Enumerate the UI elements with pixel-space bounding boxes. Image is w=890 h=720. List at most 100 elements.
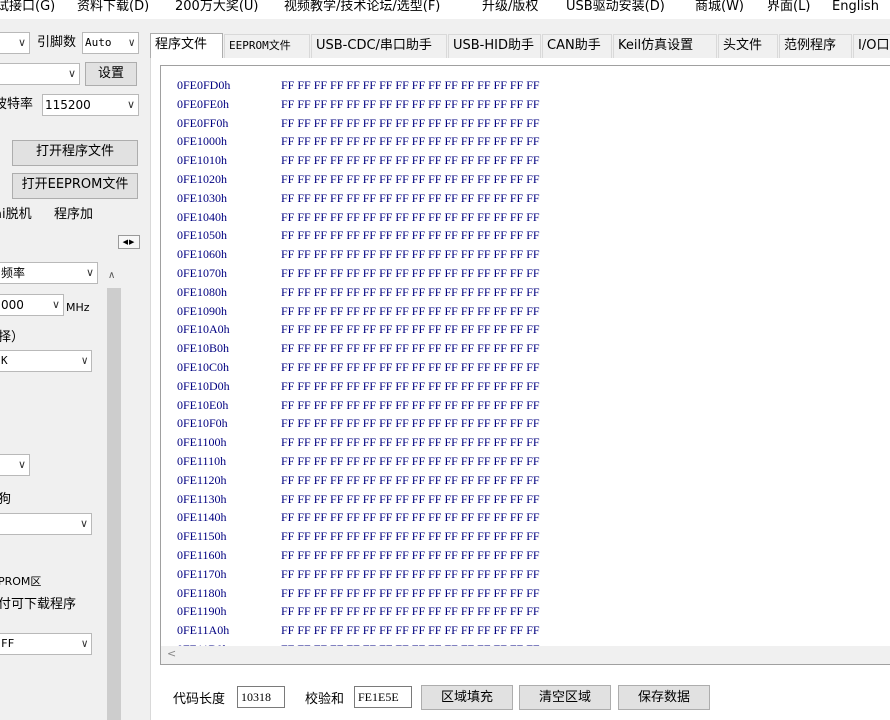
hex-bytes: FF FF FF FF FF FF FF FF FF FF FF FF FF F… <box>281 190 540 205</box>
options-scrollbar[interactable]: ∧ <box>105 268 123 720</box>
hex-row: 0FE11A0h FF FF FF FF FF FF FF FF FF FF FF… <box>177 621 540 640</box>
tab-program-file[interactable]: 程序文件 <box>150 33 223 59</box>
menu-item-download[interactable]: 资料下载(D) <box>77 0 149 17</box>
tab-scroll-buttons[interactable]: ◀▶ <box>118 235 140 249</box>
freq-label: 频率 <box>1 266 26 280</box>
left-panel: ∨ 引脚数 Auto ∨ ∨ 设置 波特率 115200 ∨ 打开程序文件 打开… <box>0 28 143 720</box>
tab-io[interactable]: I/O口 <box>853 34 890 58</box>
hex-address: 0FE1110h <box>177 453 227 468</box>
hex-row: 0FE10F0h FF FF FF FF FF FF FF FF FF FF FF… <box>177 414 540 433</box>
hex-row: 0FE10D0h FF FF FF FF FF FF FF FF FF FF FF… <box>177 377 540 396</box>
tab-keil[interactable]: Keil仿真设置 <box>613 34 717 58</box>
ff-select[interactable]: FF ∨ <box>0 633 92 655</box>
tab-examples[interactable]: 范例程序 <box>779 34 852 58</box>
hex-bytes: FF FF FF FF FF FF FF FF FF FF FF FF FF F… <box>281 115 540 130</box>
hex-address: 0FE1020h <box>177 171 228 186</box>
hex-address: 0FE0FE0h <box>177 96 230 111</box>
hex-hscrollbar[interactable]: < <box>161 646 890 664</box>
hex-address: 0FE10A0h <box>177 322 230 337</box>
hex-bytes: FF FF FF FF FF FF FF FF FF FF FF FF FF F… <box>281 547 540 562</box>
watchdog-label: 狗 <box>0 492 12 507</box>
hex-bytes: FF FF FF FF FF FF FF FF FF FF FF FF FF F… <box>281 623 540 638</box>
hex-bytes: FF FF FF FF FF FF FF FF FF FF FF FF FF F… <box>281 322 540 337</box>
watchdog-select[interactable]: ∨ <box>0 513 92 535</box>
hex-address: 0FE1080h <box>177 284 228 299</box>
small-select[interactable]: ∨ <box>0 454 30 476</box>
bottom-bar: 代码长度 10318 校验和 FE1E5E 区域填充 清空区域 保存数据 <box>151 673 890 717</box>
hex-row: 0FE10A0h FF FF FF FF FF FF FF FF FF FF FF… <box>177 320 540 339</box>
tab-can[interactable]: CAN助手 <box>542 34 612 58</box>
menu-item-shop[interactable]: 商城(W) <box>695 0 744 17</box>
hex-bytes: FF FF FF FF FF FF FF FF FF FF FF FF FF F… <box>281 303 540 318</box>
freq-value-select[interactable]: 000 ∨ <box>0 294 64 316</box>
hex-row: 0FE0FD0h FF FF FF FF FF FF FF FF FF FF FF… <box>177 76 540 95</box>
subtab-offline[interactable]: ai脱机 <box>0 206 32 224</box>
hex-row: 0FE0FF0h FF FF FF FF FF FF FF FF FF FF FF… <box>177 114 540 133</box>
hex-address: 0FE1070h <box>177 265 228 280</box>
hex-address: 0FE0FF0h <box>177 115 229 130</box>
hex-bytes: FF FF FF FF FF FF FF FF FF FF FF FF FF F… <box>281 228 540 243</box>
hex-bytes: FF FF FF FF FF FF FF FF FF FF FF FF FF F… <box>281 416 540 431</box>
hex-row: 0FE1090h FF FF FF FF FF FF FF FF FF FF FF… <box>177 302 540 321</box>
clock-value: K <box>1 354 8 367</box>
chevron-down-icon: ∨ <box>67 67 76 80</box>
hex-row: 0FE1040h FF FF FF FF FF FF FF FF FF FF FF… <box>177 208 540 227</box>
hex-row: 0FE1110h FF FF FF FF FF FF FF FF FF FF FF… <box>177 452 540 471</box>
hex-address: 0FE1170h <box>177 566 227 581</box>
hex-address: 0FE10D0h <box>177 378 230 393</box>
hex-row: 0FE1000h FF FF FF FF FF FF FF FF FF FF FF… <box>177 132 540 151</box>
hex-bytes: FF FF FF FF FF FF FF FF FF FF FF FF FF F… <box>281 134 540 149</box>
freq-select[interactable]: 频率 ∨ <box>0 262 98 284</box>
menu-item-video[interactable]: 视频教学/技术论坛/选型(F) <box>284 0 440 17</box>
hex-address: 0FE11A0h <box>177 623 230 638</box>
baud-select[interactable]: 115200 ∨ <box>42 94 139 116</box>
hex-view[interactable]: 0FE0FD0h FF FF FF FF FF FF FF FF FF FF FF… <box>160 65 890 665</box>
code-length-label: 代码长度 <box>173 692 226 707</box>
save-data-button[interactable]: 保存数据 <box>618 685 710 710</box>
clear-area-button[interactable]: 清空区域 <box>519 685 611 710</box>
freq-value: 000 <box>1 298 24 312</box>
hex-bytes: FF FF FF FF FF FF FF FF FF FF FF FF FF F… <box>281 491 540 506</box>
hex-row: 0FE1100h FF FF FF FF FF FF FF FF FF FF FF… <box>177 433 540 452</box>
tab-usb-hid[interactable]: USB-HID助手 <box>448 34 541 58</box>
chevron-down-icon: ∨ <box>126 98 135 111</box>
hex-address: 0FE1130h <box>177 491 227 506</box>
hex-address: 0FE10F0h <box>177 416 228 431</box>
subtab-program[interactable]: 程序加 <box>54 206 93 224</box>
main-tabs: 程序文件 EEPROM文件 USB-CDC/串口助手 USB-HID助手 CAN… <box>150 33 890 59</box>
menu-item-upgrade[interactable]: 升级/版权 <box>482 0 538 17</box>
settings-button[interactable]: 设置 <box>85 62 137 86</box>
open-program-button[interactable]: 打开程序文件 <box>12 140 138 166</box>
hex-bytes: FF FF FF FF FF FF FF FF FF FF FF FF FF F… <box>281 472 540 487</box>
hex-address: 0FE1160h <box>177 547 227 562</box>
chevron-left-icon[interactable]: < <box>167 647 176 660</box>
hex-address: 0FE1040h <box>177 209 228 224</box>
hex-row: 0FE1170h FF FF FF FF FF FF FF FF FF FF FF… <box>177 565 540 584</box>
chip-select[interactable]: ∨ <box>0 32 30 54</box>
open-eeprom-button[interactable]: 打开EEPROM文件 <box>12 173 138 199</box>
tab-usb-cdc[interactable]: USB-CDC/串口助手 <box>311 34 447 58</box>
pin-count-select[interactable]: Auto ∨ <box>82 32 139 54</box>
hex-address: 0FE10B0h <box>177 341 230 356</box>
tab-eeprom-file[interactable]: EEPROM文件 <box>224 34 310 58</box>
hex-bytes: FF FF FF FF FF FF FF FF FF FF FF FF FF F… <box>281 604 540 619</box>
checksum-field: FE1E5E <box>354 686 412 708</box>
hex-bytes: FF FF FF FF FF FF FF FF FF FF FF FF FF F… <box>281 78 540 92</box>
hex-address: 0FE10E0h <box>177 397 229 412</box>
code-length-field: 10318 <box>237 686 285 708</box>
hex-address: 0FE1140h <box>177 510 227 525</box>
port-select[interactable]: ∨ <box>0 63 80 85</box>
menu-item-interface[interactable]: 试接口(G) <box>0 0 55 17</box>
hex-bytes: FF FF FF FF FF FF FF FF FF FF FF FF FF F… <box>281 585 540 600</box>
scroll-thumb[interactable] <box>107 288 121 720</box>
menu-item-prize[interactable]: 200万大奖(U) <box>175 0 258 17</box>
tab-header-file[interactable]: 头文件 <box>718 34 778 58</box>
menu-item-layout[interactable]: 界面(L) <box>767 0 810 17</box>
fill-area-button[interactable]: 区域填充 <box>421 685 513 710</box>
chevron-up-icon[interactable]: ∧ <box>108 270 115 281</box>
menu-item-english[interactable]: English <box>832 0 879 17</box>
hex-row: 0FE1060h FF FF FF FF FF FF FF FF FF FF FF… <box>177 245 540 264</box>
clock-select[interactable]: K ∨ <box>0 350 92 372</box>
menu-item-usb-driver[interactable]: USB驱动安装(D) <box>566 0 665 17</box>
hex-row: 0FE1050h FF FF FF FF FF FF FF FF FF FF FF… <box>177 226 540 245</box>
